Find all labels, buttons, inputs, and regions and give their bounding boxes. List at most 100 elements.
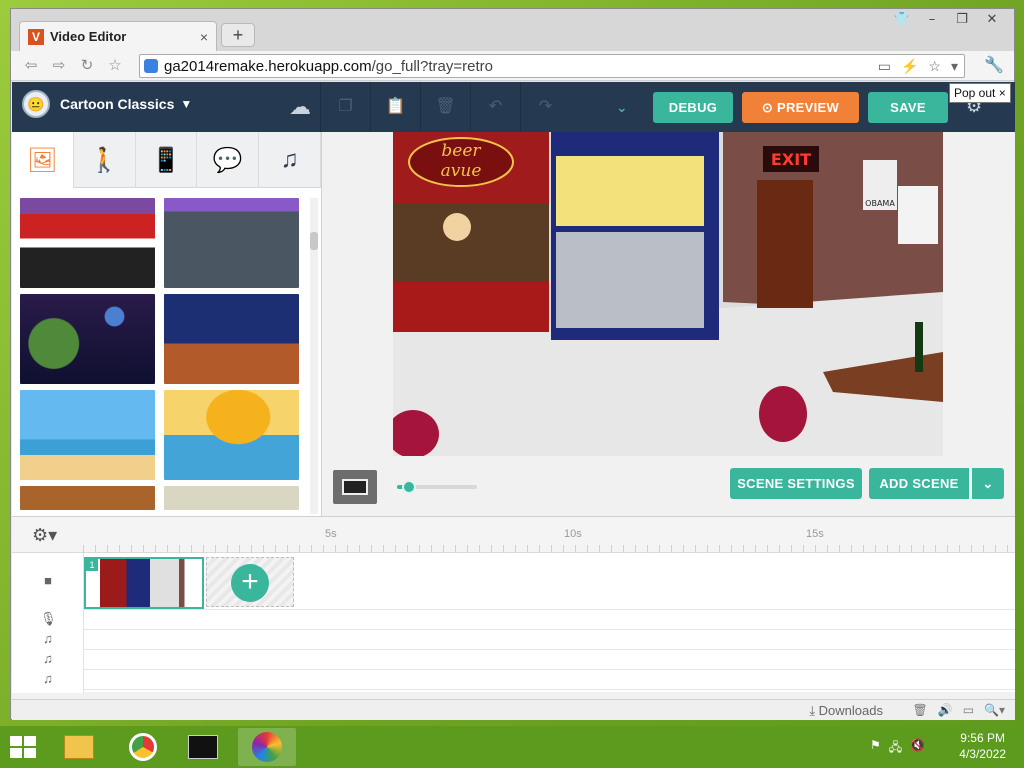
start-button[interactable]	[10, 736, 36, 758]
downloads-label: Downloads	[818, 703, 883, 718]
cloud-upload-icon[interactable]: ☁	[284, 94, 316, 120]
editor-header: 😐 Cartoon Classics ▼ ☁ ❐ 📋 🗑 ↶ ↷ ⌄ DEBUG…	[12, 82, 1015, 132]
downloads-bar: ⤓ Downloads 🗑 🔊 ▭ 🔍▾	[12, 699, 1015, 720]
track-labels: ■ 🎙 ♫ ♫ ♫	[12, 553, 84, 693]
address-bar[interactable]: ga2014remake.herokuapp.com/go_full?tray=…	[139, 54, 965, 78]
add-scene-button[interactable]: ADD SCENE	[869, 468, 969, 499]
file-explorer-icon[interactable]	[50, 728, 108, 766]
theme-name: Cartoon Classics	[60, 96, 175, 112]
stage-controls: SCENE SETTINGS ADD SCENE ⌄	[323, 468, 1015, 508]
omnibox-actions: ▭ ⚡ ☆ ▾	[878, 58, 958, 75]
camera-thumbnail-icon	[342, 479, 368, 495]
wrench-menu-icon[interactable]: 🔧	[984, 55, 1004, 75]
edit-tools: ❐ 📋 🗑 ↶ ↷	[320, 82, 570, 132]
track-divider	[84, 629, 1015, 630]
poster-text: OBAMA	[865, 199, 895, 208]
network-icon[interactable]: 🖧	[889, 738, 902, 759]
downloads-link[interactable]: ⤓ Downloads	[809, 703, 883, 719]
tab-text[interactable]: 💬	[197, 132, 260, 188]
star-icon[interactable]: ☆	[928, 58, 941, 75]
copy-icon[interactable]: ❐	[320, 82, 370, 132]
chevron-down-icon: ⌄	[982, 476, 994, 491]
camera-view-button[interactable]	[333, 470, 377, 504]
close-icon[interactable]: ×	[999, 86, 1006, 100]
pop-out-label: Pop out	[954, 86, 996, 100]
more-tools-chevron-icon[interactable]: ⌄	[616, 99, 628, 116]
tab-characters[interactable]: 🚶	[74, 132, 136, 188]
new-tab-button[interactable]: +	[221, 23, 255, 47]
tab-backgrounds[interactable]: 🖼	[12, 132, 74, 188]
time-mark-15s: 15s	[806, 528, 824, 540]
time-mark-5s: 5s	[325, 528, 337, 540]
music-note-icon: ♫	[280, 146, 299, 173]
close-tab-icon[interactable]: ×	[200, 29, 208, 45]
pop-out-tooltip[interactable]: Pop out ×	[949, 83, 1011, 103]
scene-number: 1	[86, 559, 98, 571]
user-profile-icon[interactable]: 👕	[888, 11, 916, 29]
clock-time: 9:56 PM	[960, 731, 1005, 745]
tab-audio[interactable]: ♫	[259, 132, 321, 188]
timeline-settings-gear-icon[interactable]: ⚙▾	[32, 525, 57, 546]
background-thumbnails	[20, 198, 302, 510]
plus-icon[interactable]: +	[231, 564, 269, 602]
forward-icon[interactable]: ⇨	[49, 56, 69, 76]
asset-tabs: 🖼 🚶 📱 💬 ♫	[12, 132, 321, 188]
redo-icon[interactable]: ↷	[520, 82, 570, 132]
dropdown-chevron-icon[interactable]: ▾	[951, 58, 958, 75]
undo-icon[interactable]: ↶	[470, 82, 520, 132]
paste-icon[interactable]: 📋	[370, 82, 420, 132]
asset-scrollbar[interactable]	[310, 198, 318, 514]
debug-button[interactable]: DEBUG	[653, 92, 733, 123]
volume-muted-icon[interactable]: 🔇	[910, 738, 925, 759]
command-prompt-icon[interactable]	[174, 728, 232, 766]
tab-props[interactable]: 📱	[136, 132, 198, 188]
bar-sign-top: beer	[441, 141, 481, 161]
thumb-beach[interactable]	[20, 390, 155, 480]
minimize-button[interactable]: –	[918, 11, 946, 29]
speaker-icon[interactable]: 🔊	[938, 703, 953, 717]
delete-icon[interactable]: 🗑	[420, 82, 470, 132]
maximize-button[interactable]: ❐	[948, 11, 976, 29]
scroll-thumb[interactable]	[310, 232, 318, 250]
reload-icon[interactable]: ↻	[77, 56, 97, 76]
bookmark-star-icon[interactable]: ☆	[105, 56, 125, 76]
pinwheel-app-icon[interactable]	[238, 728, 296, 766]
thumb-space[interactable]	[20, 294, 155, 384]
chrome-icon[interactable]	[114, 728, 172, 766]
zoom-slider-handle[interactable]	[402, 480, 416, 494]
close-window-button[interactable]: ✕	[978, 11, 1006, 29]
save-button[interactable]: SAVE	[868, 92, 948, 123]
thumb-diner[interactable]	[20, 198, 155, 288]
thumb-town[interactable]	[164, 486, 299, 510]
scene-stage[interactable]: beer avue EXIT OBAMA	[393, 132, 943, 456]
url-host: ga2014remake.herokuapp.com	[164, 57, 372, 75]
add-scene-slot[interactable]: +	[206, 557, 294, 607]
back-icon[interactable]: ⇦	[21, 56, 41, 76]
thumb-island-sunset[interactable]	[164, 390, 299, 480]
trash-icon[interactable]: 🗑	[913, 703, 928, 717]
play-circle-icon: ⊙	[761, 100, 778, 115]
thumb-desert-night[interactable]	[164, 294, 299, 384]
preview-button[interactable]: ⊙ PREVIEW	[742, 92, 859, 123]
zoom-icon[interactable]: 🔍▾	[984, 703, 1005, 717]
action-center-flag-icon[interactable]: ⚑	[870, 738, 881, 759]
speech-bubble-icon: 💬	[212, 146, 243, 174]
browser-tab[interactable]: V Video Editor ×	[19, 21, 217, 51]
zoom-slider[interactable]	[397, 480, 477, 494]
scene-settings-button[interactable]: SCENE SETTINGS	[730, 468, 862, 499]
ruler-ticks	[83, 545, 1015, 553]
person-icon: 🚶	[89, 146, 120, 174]
thumb-wood[interactable]	[20, 486, 155, 510]
video-editor-favicon-icon: V	[28, 28, 44, 45]
flash-icon[interactable]: ⚡	[901, 58, 918, 75]
clock[interactable]: 9:56 PM 4/3/2022	[959, 730, 1006, 762]
scene-thumbnail[interactable]: 1	[84, 557, 204, 609]
music-track-icon: ♫	[43, 631, 53, 646]
browser-titlebar: V Video Editor × + 👕 – ❐ ✕	[11, 9, 1014, 51]
thumb-city[interactable]	[164, 198, 299, 288]
exit-sign: EXIT	[771, 150, 811, 169]
device-icon[interactable]: ▭	[963, 703, 974, 717]
theme-selector[interactable]: 😐 Cartoon Classics ▼	[22, 90, 192, 118]
blocked-popup-icon[interactable]: ▭	[878, 58, 891, 75]
add-scene-dropdown-button[interactable]: ⌄	[972, 468, 1004, 499]
